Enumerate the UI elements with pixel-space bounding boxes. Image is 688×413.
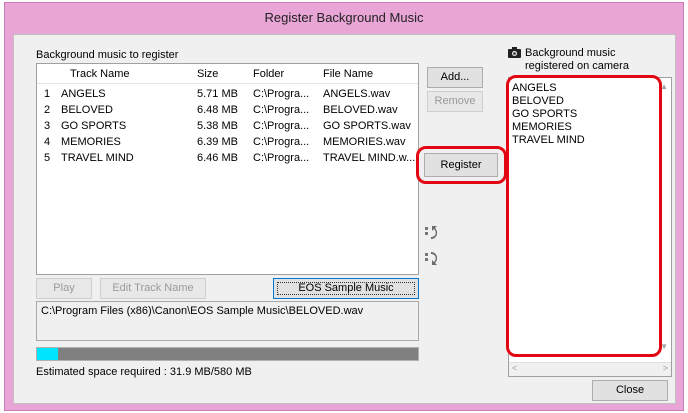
registered-on-camera-label-line2: registered on camera	[525, 60, 629, 72]
track-name-cell: MEMORIES	[61, 136, 121, 148]
play-button[interactable]: Play	[36, 278, 92, 299]
list-header: Track Name Size Folder File Name	[37, 64, 418, 84]
track-name-cell: ANGELS	[61, 88, 106, 100]
column-file-name[interactable]: File Name	[323, 68, 373, 80]
folder-cell: C:\Progra...	[253, 152, 310, 164]
size-cell: 6.39 MB	[197, 136, 238, 148]
file-name-cell: TRAVEL MIND.w...	[323, 152, 416, 164]
table-row[interactable]: 4 MEMORIES 6.39 MB C:\Progra... MEMORIES…	[37, 136, 418, 150]
folder-cell: C:\Progra...	[253, 104, 310, 116]
column-track-name[interactable]: Track Name	[70, 68, 130, 80]
folder-cell: C:\Progra...	[253, 136, 310, 148]
track-name-cell: BELOVED	[61, 104, 113, 116]
music-to-register-list[interactable]: Track Name Size Folder File Name 1 ANGEL…	[36, 63, 419, 275]
row-number: 3	[44, 120, 51, 132]
table-row[interactable]: 5 TRAVEL MIND 6.46 MB C:\Progra... TRAVE…	[37, 152, 418, 166]
close-button[interactable]: Close	[592, 380, 668, 401]
size-cell: 6.48 MB	[197, 104, 238, 116]
column-folder[interactable]: Folder	[253, 68, 284, 80]
dialog-body: Background music to register Track Name …	[13, 34, 676, 404]
registered-on-camera-label-line1: Background music	[525, 47, 616, 59]
music-to-register-label: Background music to register	[36, 49, 179, 61]
horizontal-scrollbar[interactable]: < >	[509, 362, 671, 376]
register-music-window: Register Background Music Background mus…	[4, 2, 684, 411]
remove-button[interactable]: Remove	[427, 91, 483, 112]
camera-list-highlight	[506, 75, 662, 357]
row-number: 2	[44, 104, 51, 116]
size-cell: 6.46 MB	[197, 152, 238, 164]
file-name-cell: ANGELS.wav	[323, 88, 391, 100]
table-row[interactable]: 2 BELOVED 6.48 MB C:\Progra... BELOVED.w…	[37, 104, 418, 118]
eos-sample-music-button[interactable]: EOS Sample Music	[273, 278, 419, 299]
window-title: Register Background Music	[264, 10, 424, 25]
file-name-cell: GO SPORTS.wav	[323, 120, 411, 132]
table-row[interactable]: 3 GO SPORTS 5.38 MB C:\Progra... GO SPOR…	[37, 120, 418, 134]
progress-fill	[37, 348, 58, 360]
scroll-right-icon[interactable]: >	[663, 363, 668, 373]
camera-icon	[508, 47, 521, 58]
track-name-cell: GO SPORTS	[61, 120, 127, 132]
folder-cell: C:\Progra...	[253, 120, 310, 132]
add-button[interactable]: Add...	[427, 67, 483, 88]
track-name-cell: TRAVEL MIND	[61, 152, 134, 164]
table-row[interactable]: 1 ANGELS 5.71 MB C:\Progra... ANGELS.wav	[37, 88, 418, 102]
space-progress-bar	[36, 347, 419, 361]
space-required-label: Estimated space required : 31.9 MB/580 M…	[36, 366, 252, 378]
size-cell: 5.38 MB	[197, 120, 238, 132]
column-size[interactable]: Size	[197, 68, 218, 80]
size-cell: 5.71 MB	[197, 88, 238, 100]
file-name-cell: BELOVED.wav	[323, 104, 398, 116]
edit-track-name-button[interactable]: Edit Track Name	[100, 278, 206, 299]
folder-cell: C:\Progra...	[253, 88, 310, 100]
selected-file-path: C:\Program Files (x86)\Canon\EOS Sample …	[36, 301, 419, 341]
row-number: 5	[44, 152, 51, 164]
move-down-icon[interactable]	[424, 251, 440, 267]
scroll-left-icon[interactable]: <	[512, 363, 517, 373]
register-highlight	[416, 146, 507, 184]
row-number: 1	[44, 88, 51, 100]
file-name-cell: MEMORIES.wav	[323, 136, 406, 148]
row-number: 4	[44, 136, 51, 148]
move-up-icon[interactable]	[424, 225, 440, 241]
